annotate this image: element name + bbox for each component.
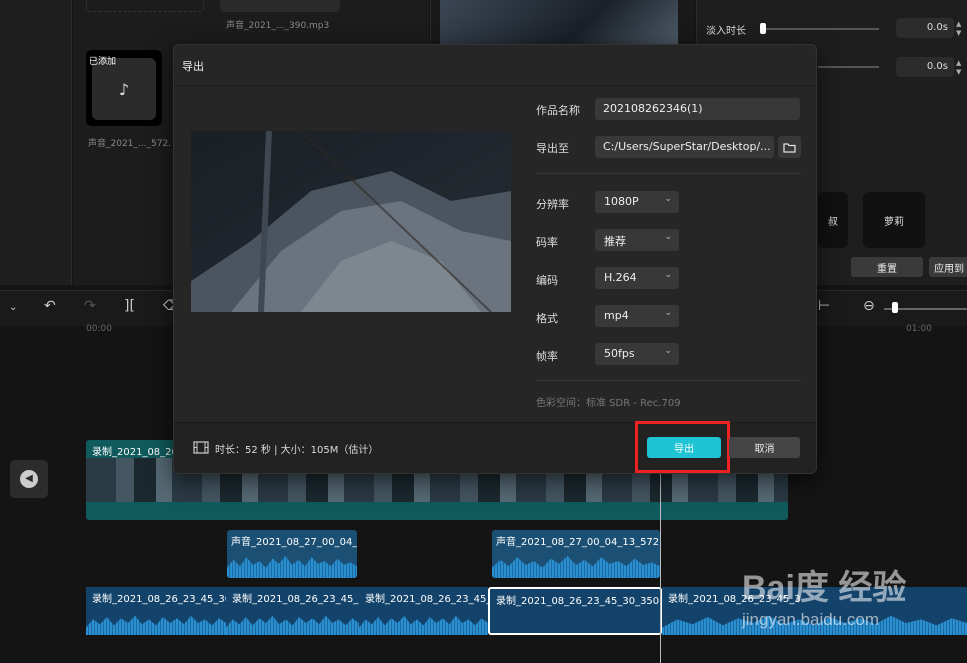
chevron-down-icon[interactable]: ⌄	[9, 302, 17, 313]
format-label: 格式	[536, 312, 558, 325]
fps-value: 50fps	[604, 347, 635, 360]
player-preview	[440, 0, 678, 44]
split-icon[interactable]: ][	[124, 298, 135, 314]
clip-label: 声音_2021_08_27_00_04_28	[231, 537, 357, 548]
chevron-down-icon: ⌄	[664, 232, 672, 242]
dialog-title: 导出	[182, 60, 204, 73]
fade-out-value[interactable]: 0.0s	[896, 57, 954, 77]
media-card-added[interactable]: ♪ 已添加	[86, 50, 162, 126]
bitrate-select[interactable]: 推荐 ⌄	[595, 229, 679, 251]
clip-label: 录制_2021_08_26	[92, 447, 178, 458]
reset-button[interactable]: 重置	[851, 257, 923, 277]
chevron-down-icon: ⌄	[664, 270, 672, 280]
fade-in-value[interactable]: 0.0s	[896, 18, 954, 38]
waveform	[492, 555, 660, 578]
apply-all-button[interactable]: 应用到	[929, 257, 967, 277]
waveform	[226, 615, 359, 635]
record-clip[interactable]: 录制_2021_08_26_23_45_3	[359, 587, 488, 635]
fade-out-slider[interactable]	[818, 66, 879, 68]
chevron-down-icon: ⌄	[664, 346, 672, 356]
clip-label: 声音_2021_08_27_00_04_13_572.m	[496, 537, 660, 548]
format-select[interactable]: mp4 ⌄	[595, 305, 679, 327]
export-dialog: 导出 作品名称 202108262346(1) 导出至 C:/Users/Sup…	[173, 44, 817, 474]
fps-select[interactable]: 50fps ⌄	[595, 343, 679, 365]
video-preview	[191, 131, 511, 312]
zoom-slider-handle[interactable]	[892, 302, 898, 313]
media-item-name: 声音_2021_..._390.mp3	[226, 21, 330, 31]
voice-card[interactable]: 叔	[818, 192, 848, 248]
resolution-label: 分辨率	[536, 198, 569, 211]
watermark-logo: Bai度 经验	[742, 569, 907, 607]
browse-folder-button[interactable]	[778, 136, 801, 158]
codec-select[interactable]: H.264 ⌄	[595, 267, 679, 289]
film-icon	[193, 441, 209, 457]
record-clip-selected[interactable]: 录制_2021_08_26_23_45_30_350	[488, 587, 662, 635]
media-item-name: 声音_2021_..._572.	[88, 139, 172, 149]
export-button[interactable]: 导出	[647, 437, 721, 458]
fade-label: 淡入时长	[706, 26, 746, 37]
clip-label: 录制_2021_08_26_23_45_30_	[92, 594, 226, 605]
resolution-select[interactable]: 1080P ⌄	[595, 191, 679, 213]
media-card[interactable]	[220, 0, 340, 12]
path-field[interactable]: C:/Users/SuperStar/Desktop/...	[595, 136, 774, 158]
codec-label: 编码	[536, 274, 558, 287]
chevron-down-icon: ⌄	[664, 194, 672, 204]
waveform	[86, 615, 226, 635]
divider	[174, 85, 816, 86]
record-clip[interactable]: 录制_2021_08_26_23_45_30_	[86, 587, 226, 635]
slider-handle[interactable]	[760, 23, 766, 34]
bitrate-value: 推荐	[604, 235, 626, 248]
fade-in-slider[interactable]	[763, 28, 879, 30]
left-sidebar	[0, 0, 72, 285]
export-summary: 时长：52 秒 | 大小：105M（估计）	[215, 445, 379, 456]
audio-clip[interactable]: 声音_2021_08_27_00_04_28	[227, 530, 357, 578]
undo-icon[interactable]: ↶	[44, 298, 56, 314]
clip-label: 录制_2021_08_26_23_45_30_350	[496, 596, 660, 607]
clip-label: 录制_2021_08_26_23_45_30	[232, 594, 359, 605]
path-label: 导出至	[536, 142, 569, 155]
color-space-info: 色彩空间：标准 SDR - Rec.709	[536, 398, 681, 409]
bitrate-label: 码率	[536, 236, 558, 249]
voice-card[interactable]: 萝莉	[863, 192, 925, 248]
speaker-icon: ◀	[20, 470, 38, 488]
media-card[interactable]	[86, 0, 204, 12]
time-tick: 01:00	[906, 324, 932, 334]
snap-icon[interactable]: ⊢	[818, 298, 830, 314]
time-tick: 00:00	[86, 324, 112, 334]
record-clip[interactable]: 录制_2021_08_26_23_45_30	[226, 587, 359, 635]
fps-label: 帧率	[536, 350, 558, 363]
codec-value: H.264	[604, 271, 637, 284]
preview-image	[191, 131, 511, 312]
zoom-out-icon[interactable]: ⊖	[863, 298, 875, 314]
baidu-watermark: Bai度 经验 jingyan.baidu.com	[742, 560, 942, 640]
waveform	[227, 555, 357, 578]
chevron-down-icon: ⌄	[664, 308, 672, 318]
folder-icon	[783, 142, 796, 153]
format-value: mp4	[604, 309, 629, 322]
stepper-arrows-icon[interactable]: ▲ ▼	[956, 59, 966, 77]
resolution-value: 1080P	[604, 195, 639, 208]
waveform	[359, 615, 488, 635]
cancel-button[interactable]: 取消	[729, 437, 800, 458]
stepper-arrows-icon[interactable]: ▲ ▼	[956, 20, 966, 38]
track-mute-button[interactable]: ◀	[10, 460, 48, 498]
divider	[536, 380, 801, 381]
watermark-url: jingyan.baidu.com	[742, 610, 880, 629]
redo-icon[interactable]: ↷	[84, 298, 96, 314]
divider	[536, 173, 801, 174]
added-badge: 已添加	[89, 57, 117, 67]
audio-clip[interactable]: 声音_2021_08_27_00_04_13_572.m	[492, 530, 660, 578]
name-field[interactable]: 202108262346(1)	[595, 98, 800, 120]
clip-label: 录制_2021_08_26_23_45_3	[365, 594, 488, 605]
music-note-icon: ♪	[92, 58, 156, 120]
name-label: 作品名称	[536, 104, 580, 117]
